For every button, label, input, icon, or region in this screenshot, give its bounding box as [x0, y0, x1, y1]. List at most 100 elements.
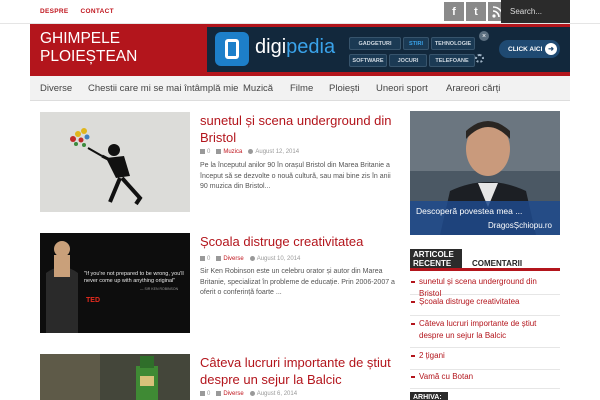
post-meta: 0 Diverse August 10, 2014 [200, 256, 300, 262]
banner-tag[interactable]: SOFTWARE [349, 54, 387, 67]
nav-item-sport[interactable]: Uneori sport [376, 83, 428, 94]
bullet-icon [411, 355, 415, 357]
twitter-icon[interactable]: t [466, 2, 486, 21]
close-icon[interactable]: × [479, 31, 489, 41]
list-item[interactable]: Școala distruge creativitatea [410, 296, 560, 316]
click-here-button[interactable]: CLICK AICI ➜ [499, 40, 560, 58]
banner-brand: digipedia [255, 36, 335, 59]
post-date: August 12, 2014 [248, 149, 299, 155]
search-box [501, 0, 570, 23]
post-excerpt: Sir Ken Robinson este un celebru orator … [200, 268, 395, 296]
recent-article-link[interactable]: Vamă cu Botan [419, 371, 560, 383]
brand-part-a: digi [255, 36, 287, 58]
comments-count[interactable]: 0 [200, 149, 210, 155]
nav-item-muzica[interactable]: Muzică [243, 83, 273, 94]
digipedia-logo-icon [215, 32, 249, 66]
date-value: August 6, 2014 [256, 391, 298, 398]
list-item[interactable]: sunetul și scena underground din Bristol [410, 276, 560, 298]
ad-site: DragosȘchiopu.ro [487, 221, 552, 230]
post-title[interactable]: Școala distruge creativitatea [200, 233, 400, 250]
arrow-right-icon: ➜ [545, 43, 557, 55]
comments-value: 0 [207, 149, 211, 156]
category-value: Diverse [223, 256, 244, 263]
quote-text: "If you're not prepared to be wrong, you… [84, 271, 184, 284]
sidebar-tabs: ARTICOLE RECENTE COMENTARII [410, 249, 560, 271]
digipedia-banner[interactable]: digipedia GADGETURI STIRI TEHNOLOGIE SOF… [207, 27, 570, 72]
folder-icon [216, 391, 222, 396]
post-title[interactable]: sunetul și scena underground din Bristol [200, 112, 400, 146]
ad-caption: Descoperă povestea mea ... DragosȘchiopu… [410, 201, 560, 235]
comment-icon [200, 149, 205, 154]
comments-value: 0 [207, 256, 211, 263]
comments-count[interactable]: 0 [200, 256, 210, 262]
top-links: DESPRE CONTACT [40, 8, 114, 15]
post-category[interactable]: Diverse [216, 391, 244, 398]
comment-icon [200, 391, 205, 396]
nav-item-ploiesti[interactable]: Ploiești [329, 83, 360, 94]
post-meta: 0 Muzica August 12, 2014 [200, 149, 299, 155]
contact-link[interactable]: CONTACT [81, 8, 114, 15]
search-input[interactable] [501, 0, 570, 23]
archive-heading: ARHIVA: [410, 392, 448, 400]
comment-icon [200, 256, 205, 261]
site-header: GHIMPELE PLOIEȘTEAN digipedia GADGETURI … [30, 24, 570, 76]
post-date: August 6, 2014 [249, 391, 298, 398]
nav-item-chestii[interactable]: Chestii care mi se mai întâmplă mie [88, 83, 238, 94]
loading-icon [475, 54, 484, 63]
list-item[interactable]: Câteva lucruri importante de știut despr… [410, 318, 560, 348]
date-value: August 10, 2014 [256, 256, 301, 263]
bullet-icon [411, 376, 415, 378]
post-thumbnail[interactable] [40, 112, 190, 212]
list-item[interactable]: 2 țigani [410, 350, 560, 370]
banner-tag[interactable]: GADGETURI [349, 37, 401, 50]
bullet-icon [411, 281, 415, 283]
tab-recent-articles[interactable]: ARTICOLE RECENTE [410, 249, 462, 268]
list-item[interactable]: Vamă cu Botan [410, 371, 560, 389]
date-value: August 12, 2014 [255, 149, 300, 156]
post-item: sunetul și scena underground din Bristol… [40, 112, 400, 212]
recent-article-link[interactable]: Școala distruge creativitatea [419, 296, 560, 308]
post-thumbnail[interactable]: "If you're not prepared to be wrong, you… [40, 233, 190, 333]
post-date: August 10, 2014 [249, 256, 301, 263]
despre-link[interactable]: DESPRE [40, 8, 69, 15]
cta-label: CLICK AICI [508, 45, 543, 53]
banner-tag[interactable]: TELEFOANE [429, 54, 475, 67]
brand-part-b: pedia [286, 36, 336, 58]
bullet-icon [411, 323, 415, 325]
site-title[interactable]: GHIMPELE PLOIEȘTEAN [40, 30, 137, 66]
nav-item-diverse[interactable]: Diverse [40, 83, 72, 94]
post-thumbnail[interactable] [40, 354, 190, 400]
recent-article-link[interactable]: Câteva lucruri importante de știut despr… [419, 318, 560, 342]
post-item: Câteva lucruri importante de știut despr… [40, 354, 400, 400]
category-value: Diverse [223, 391, 244, 398]
post-title[interactable]: Câteva lucruri importante de știut despr… [200, 354, 400, 388]
banner-tag[interactable]: TEHNOLOGIE [431, 37, 475, 50]
banner-tag[interactable]: JOCURI [389, 54, 427, 67]
category-value: Muzica [223, 149, 243, 156]
sidebar-ad[interactable]: Descoperă povestea mea ... DragosȘchiopu… [410, 111, 560, 235]
quote-author: — SIR KEN ROBINSON [140, 287, 179, 291]
top-bar: DESPRE CONTACT f t [0, 0, 600, 24]
social-buttons: f t [444, 2, 508, 21]
nav-item-carti[interactable]: Arareori cărți [446, 83, 500, 94]
facebook-icon[interactable]: f [444, 2, 464, 21]
post-excerpt: Pe la începutul anilor 90 în orașul Bris… [200, 162, 391, 190]
tab-comments[interactable]: COMENTARII [462, 249, 560, 268]
comments-value: 0 [207, 391, 211, 398]
ad-headline: Descoperă povestea mea ... [416, 206, 523, 216]
nav-item-filme[interactable]: Filme [290, 83, 313, 94]
post-category[interactable]: Muzica [216, 149, 242, 155]
clock-icon [248, 149, 254, 154]
post-meta: 0 Diverse August 6, 2014 [200, 391, 297, 397]
folder-icon [216, 149, 222, 154]
main-nav: Diverse Chestii care mi se mai întâmplă … [30, 76, 570, 101]
site-title-line1: GHIMPELE [40, 30, 121, 47]
comments-count[interactable]: 0 [200, 391, 210, 397]
post-category[interactable]: Diverse [216, 256, 244, 263]
post-item: "If you're not prepared to be wrong, you… [40, 233, 400, 333]
banner-tags: GADGETURI STIRI TEHNOLOGIE SOFTWARE JOCU… [349, 33, 489, 69]
clock-icon [249, 256, 255, 261]
banner-tag[interactable]: STIRI [403, 37, 429, 50]
recent-article-link[interactable]: 2 țigani [419, 350, 560, 362]
site-title-line2: PLOIEȘTEAN [40, 48, 138, 65]
